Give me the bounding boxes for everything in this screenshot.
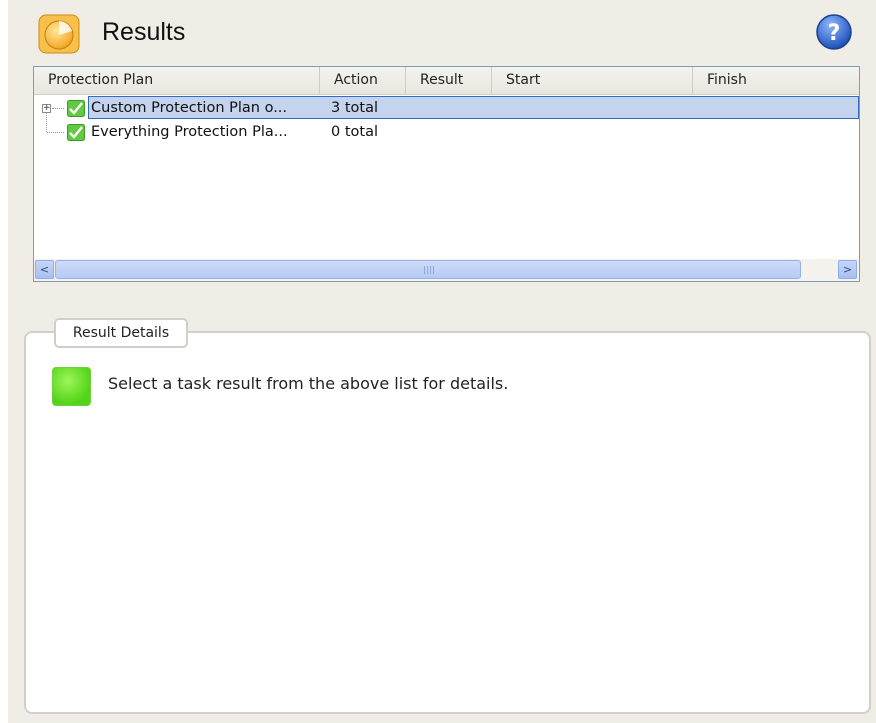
scrollbar-thumb[interactable]	[55, 260, 801, 279]
window-edge	[0, 0, 8, 723]
horizontal-scrollbar[interactable]: < >	[34, 259, 859, 281]
help-icon[interactable]: ?	[815, 13, 853, 51]
column-header-result[interactable]: Result	[405, 67, 491, 94]
results-list[interactable]: Protection Plan Action Result Start Fini…	[33, 66, 860, 282]
scroll-right-button[interactable]: >	[838, 260, 857, 279]
tree-line	[52, 108, 64, 109]
column-header-finish[interactable]: Finish	[692, 67, 859, 94]
table-row[interactable]: Everything Protection Pla... 0 total	[34, 120, 859, 144]
details-message: Select a task result from the above list…	[108, 374, 509, 393]
results-window: Results ? Protection Plan Action Result …	[0, 0, 876, 723]
tree-line	[47, 132, 64, 133]
page-title: Results	[102, 18, 186, 46]
row-action: 3 total	[331, 100, 378, 116]
scroll-left-button[interactable]: <	[35, 260, 54, 279]
check-icon	[67, 100, 85, 117]
table-row[interactable]: + Custom Protection Plan o... 3 total	[34, 96, 859, 132]
column-headers: Protection Plan Action Result Start Fini…	[34, 67, 859, 95]
grip-icon	[424, 266, 436, 274]
column-header-action[interactable]: Action	[319, 67, 405, 94]
row-plan-name: Everything Protection Pla...	[91, 124, 288, 140]
status-square-icon	[52, 367, 91, 406]
expand-icon[interactable]: +	[42, 104, 51, 113]
column-header-protection-plan[interactable]: Protection Plan	[34, 67, 319, 94]
results-pie-icon	[38, 14, 80, 54]
column-header-start[interactable]: Start	[491, 67, 692, 94]
svg-text:?: ?	[828, 21, 841, 46]
row-action: 0 total	[331, 124, 378, 140]
row-plan-name: Custom Protection Plan o...	[91, 100, 288, 116]
result-details-legend: Result Details	[54, 318, 188, 348]
check-icon	[67, 124, 85, 141]
